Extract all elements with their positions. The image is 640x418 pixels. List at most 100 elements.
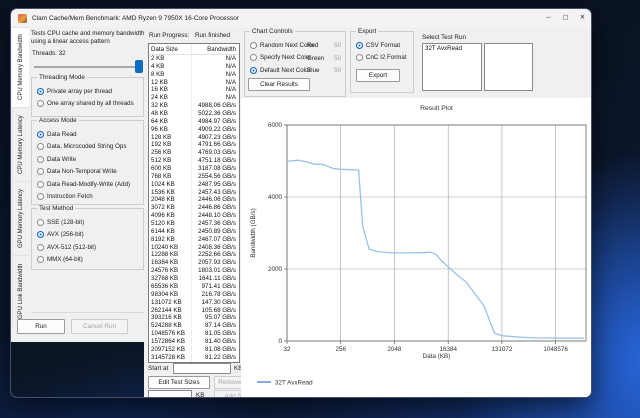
table-row[interactable]: 1048576 KB81.05 GB/s (149, 330, 239, 338)
table-row[interactable]: 8192 KB2467.07 GB/s (149, 236, 239, 244)
radio-button-icon[interactable] (37, 168, 44, 175)
radio-data-read-modify-write-add-[interactable]: Data Read-Modify-Write (Add) (37, 180, 141, 188)
table-row[interactable]: 98304 KB216.78 GB/s (149, 291, 239, 299)
clear-results-button[interactable]: Clear Results (248, 78, 310, 91)
radio-button-icon[interactable] (37, 131, 44, 138)
table-row[interactable]: 10240 KB2408.36 GB/s (149, 244, 239, 252)
table-row[interactable]: 12 KBN/A (149, 79, 239, 87)
column-bandwidth[interactable]: Bandwidth (178, 44, 239, 54)
cell-bandwidth: 2057.93 GB/s (178, 259, 239, 267)
table-row[interactable]: 2097152 KB81.08 GB/s (149, 346, 239, 354)
radio-button-icon[interactable] (356, 42, 363, 49)
tab-gpu-memory-latency[interactable]: GPU Memory Latency (12, 181, 29, 255)
table-row[interactable]: 1024 KB2487.95 GB/s (149, 181, 239, 189)
radio-button-icon[interactable] (37, 88, 44, 95)
table-row[interactable]: 24 KBN/A (149, 94, 239, 102)
table-row[interactable]: 6144 KB2450.89 GB/s (149, 228, 239, 236)
table-row[interactable]: 3072 KB2446.86 GB/s (149, 204, 239, 212)
table-row[interactable]: 262144 KB105.68 GB/s (149, 307, 239, 315)
radio-button-icon[interactable] (356, 54, 363, 61)
table-row[interactable]: 4 KBN/A (149, 63, 239, 71)
threads-slider[interactable] (34, 66, 142, 68)
radio-button-icon[interactable] (37, 143, 44, 150)
maximize-icon[interactable]: ▢ (557, 9, 574, 27)
tab-cpu-memory-latency[interactable]: CPU Memory Latency (12, 107, 29, 181)
threads-slider-thumb[interactable] (135, 60, 143, 73)
table-row[interactable]: 2 KBN/A (149, 55, 239, 63)
table-row[interactable]: 24576 KB1803.01 GB/s (149, 267, 239, 275)
threads-label: Threads: 32 (32, 50, 66, 57)
table-row[interactable]: 2048 KB2446.06 GB/s (149, 196, 239, 204)
radio-one-array-shared-by-all-threads[interactable]: One array shared by all threads (37, 100, 141, 108)
tab-cpu-memory-bandwidth[interactable]: CPU Memory Bandwidth (12, 27, 29, 107)
radio-instruction-fetch[interactable]: Instruction Fetch (37, 193, 141, 201)
table-row[interactable]: 393216 KB95.07 GB/s (149, 314, 239, 322)
radio-button-icon[interactable] (37, 219, 44, 226)
radio-label: Private array per thread (47, 88, 112, 95)
radio-specify-next-color[interactable]: Specify Next Color (250, 54, 305, 62)
radio-button-icon[interactable] (250, 54, 257, 61)
table-row[interactable]: 131072 KB147.30 GB/s (149, 299, 239, 307)
table-row[interactable]: 4096 KB2448.10 GB/s (149, 212, 239, 220)
run-button[interactable]: Run (17, 319, 65, 334)
tab-gpu-link-bandwidth[interactable]: GPU Link Bandwidth (12, 255, 29, 327)
table-row[interactable]: 65536 KB971.41 GB/s (149, 283, 239, 291)
radio-private-array-per-thread[interactable]: Private array per thread (37, 87, 141, 95)
radio-data-read[interactable]: Data Read (37, 130, 141, 138)
radio-default-next-color[interactable]: Default Next Color (250, 66, 305, 74)
radio-button-icon[interactable] (37, 244, 44, 251)
table-row[interactable]: 8 KBN/A (149, 71, 239, 79)
radio-button-icon[interactable] (37, 231, 44, 238)
close-icon[interactable]: ✕ (574, 9, 591, 27)
radio-cnc-i2-format[interactable]: CnC I2 Format (356, 54, 411, 62)
radio-csv-format[interactable]: CSV Format (356, 41, 411, 49)
secondary-listbox[interactable] (484, 43, 533, 91)
table-row[interactable]: 1536 KB2457.43 GB/s (149, 189, 239, 197)
table-row[interactable]: 96 KB4909.22 GB/s (149, 126, 239, 134)
table-row[interactable]: 512 KB4751.18 GB/s (149, 157, 239, 165)
table-row[interactable]: 256 KB4769.03 GB/s (149, 149, 239, 157)
column-data-size[interactable]: Data Size (149, 44, 178, 54)
radio-random-next-color[interactable]: Random Next Color (250, 41, 305, 49)
test-run-listbox[interactable]: 32T AvxRead (422, 43, 482, 91)
radio-button-icon[interactable] (37, 156, 44, 163)
radio-sse-128-bit-[interactable]: SSE (128-bit) (37, 218, 141, 226)
radio-mmx-64-bit-[interactable]: MMX (64-bit) (37, 256, 141, 264)
radio-button-icon[interactable] (250, 42, 257, 49)
radio-button-icon[interactable] (37, 100, 44, 107)
table-row[interactable]: 128 KB4907.23 GB/s (149, 134, 239, 142)
edit-test-sizes-button[interactable]: Edit Test Sizes (148, 376, 210, 389)
test-run-item[interactable]: 32T AvxRead (423, 44, 481, 53)
color-value-input: 50 (334, 67, 341, 74)
table-row[interactable]: 16 KBN/A (149, 86, 239, 94)
radio-button-icon[interactable] (250, 67, 257, 74)
table-header[interactable]: Data Size Bandwidth (149, 44, 239, 55)
table-row[interactable]: 64 KB4984.97 GB/s (149, 118, 239, 126)
table-row[interactable]: 12288 KB2252.66 GB/s (149, 251, 239, 259)
radio-button-icon[interactable] (37, 181, 44, 188)
table-row[interactable]: 16384 KB2057.93 GB/s (149, 259, 239, 267)
table-row[interactable]: 600 KB3187.08 GB/s (149, 165, 239, 173)
radio-button-icon[interactable] (37, 193, 44, 200)
radio-avx-256-bit-[interactable]: AVX (256-bit) (37, 231, 141, 239)
radio-data-write[interactable]: Data Write (37, 155, 141, 163)
table-row[interactable]: 768 KB2554.56 GB/s (149, 173, 239, 181)
size-bandwidth-table[interactable]: Data Size Bandwidth 2 KBN/A4 KBN/A8 KBN/… (148, 43, 240, 363)
add-size-input[interactable] (148, 390, 192, 398)
table-row[interactable]: 1572864 KB81.40 GB/s (149, 338, 239, 346)
table-row[interactable]: 192 KB4791.66 GB/s (149, 141, 239, 149)
table-row[interactable]: 48 KB5022.36 GB/s (149, 110, 239, 118)
radio-button-icon[interactable] (37, 256, 44, 263)
table-row[interactable]: 32 KB4988.06 GB/s (149, 102, 239, 110)
table-row[interactable]: 3145728 KB81.22 GB/s (149, 354, 239, 362)
export-button[interactable]: Export (356, 69, 400, 82)
table-row[interactable]: 524288 KB87.14 GB/s (149, 322, 239, 330)
title-bar[interactable]: Clam Cache/Mem Benchmark: AMD Ryzen 9 79… (11, 9, 591, 27)
radio-data-non-temporal-write[interactable]: Data Non-Temporal Write (37, 168, 141, 176)
radio-data-microcoded-string-ops[interactable]: Data, Microcoded String Ops (37, 143, 141, 151)
table-row[interactable]: 32768 KB1641.11 GB/s (149, 275, 239, 283)
table-row[interactable]: 5120 KB2457.36 GB/s (149, 220, 239, 228)
start-at-input[interactable] (173, 363, 231, 374)
radio-avx-512-512-bit-[interactable]: AVX-512 (512-bit) (37, 243, 141, 251)
minimize-icon[interactable]: ─ (540, 9, 557, 27)
